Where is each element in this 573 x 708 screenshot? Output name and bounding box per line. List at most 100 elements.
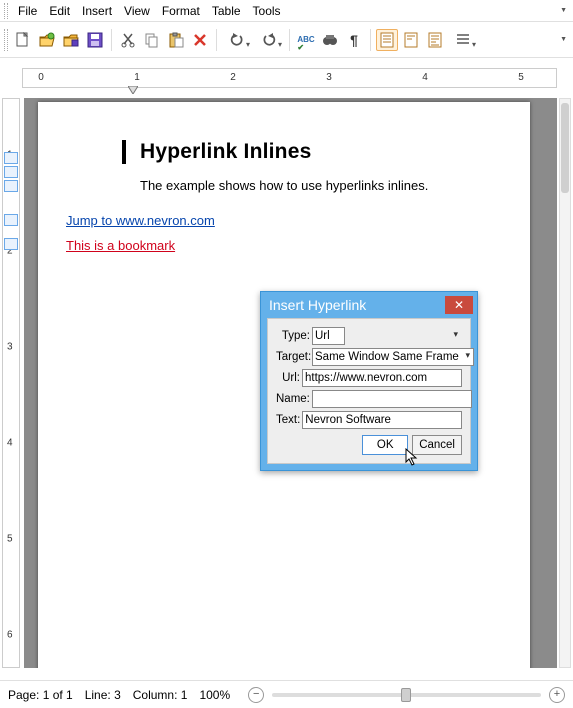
spellcheck-button[interactable]: ABC✔	[295, 29, 317, 51]
ruler-marker[interactable]	[4, 214, 18, 226]
url-input[interactable]	[302, 369, 462, 387]
paragraph-marks-button[interactable]: ¶	[343, 29, 365, 51]
page-subtitle: The example shows how to use hyperlinks …	[140, 178, 490, 193]
ruler-marker[interactable]	[4, 152, 18, 164]
ruler-label: 4	[422, 72, 428, 83]
target-select[interactable]: Same Window Same Frame	[312, 348, 474, 366]
dialog-close-button[interactable]: ✕	[445, 296, 473, 314]
copy-button[interactable]	[141, 29, 163, 51]
zoom-controls: − +	[248, 687, 565, 703]
menubar-handle[interactable]	[4, 3, 8, 19]
menu-format[interactable]: Format	[156, 2, 206, 20]
line-spacing-button[interactable]	[448, 29, 478, 51]
dialog-body: Type: Url Target: Same Window Same Frame…	[267, 318, 471, 464]
close-icon: ✕	[454, 298, 464, 312]
menu-file[interactable]: File	[12, 2, 43, 20]
cancel-button[interactable]: Cancel	[412, 435, 462, 455]
zoom-slider[interactable]	[272, 693, 541, 697]
status-zoom: 100%	[199, 688, 230, 702]
binoculars-icon	[322, 32, 338, 48]
ok-button[interactable]: OK	[362, 435, 408, 455]
undo-button[interactable]	[222, 29, 252, 51]
toolbar-overflow-icon[interactable]: ▼	[560, 36, 567, 43]
menu-tools[interactable]: Tools	[247, 2, 287, 20]
toolbar-separator	[370, 29, 371, 51]
text-input[interactable]	[302, 411, 462, 429]
ruler-label: 5	[7, 534, 13, 545]
hyperlink-url[interactable]: Jump to www.nevron.com	[66, 213, 490, 228]
find-button[interactable]	[319, 29, 341, 51]
open-folder-icon	[39, 32, 55, 48]
ruler-label: 2	[230, 72, 236, 83]
zoom-slider-thumb[interactable]	[401, 688, 411, 702]
view-print-button[interactable]	[424, 29, 446, 51]
menu-view[interactable]: View	[118, 2, 156, 20]
insert-hyperlink-dialog: Insert Hyperlink ✕ Type: Url Target: Sam…	[260, 291, 478, 471]
redo-icon	[261, 32, 277, 48]
copy-icon	[144, 32, 160, 48]
ruler-label: 6	[7, 630, 13, 641]
zoom-in-button[interactable]: +	[549, 687, 565, 703]
cut-icon	[120, 32, 136, 48]
hyperlink-bookmark[interactable]: This is a bookmark	[66, 238, 490, 253]
ruler-label: 4	[7, 438, 13, 449]
status-bar: Page: 1 of 1 Line: 3 Column: 1 100% − +	[0, 680, 573, 708]
paste-button[interactable]	[165, 29, 187, 51]
plus-icon: +	[554, 689, 560, 700]
page-web-icon	[404, 32, 418, 48]
menu-edit[interactable]: Edit	[43, 2, 76, 20]
menu-table[interactable]: Table	[206, 2, 247, 20]
cut-button[interactable]	[117, 29, 139, 51]
menu-insert[interactable]: Insert	[76, 2, 118, 20]
toolbar-separator	[289, 29, 290, 51]
status-line: Line: 3	[85, 688, 121, 702]
spellcheck-icon: ABC✔	[297, 35, 314, 44]
ruler-marker[interactable]	[4, 166, 18, 178]
text-label: Text:	[276, 414, 302, 426]
ruler-markers	[2, 150, 20, 252]
status-column: Column: 1	[133, 688, 188, 702]
dialog-titlebar[interactable]: Insert Hyperlink ✕	[261, 292, 477, 318]
redo-button[interactable]	[254, 29, 284, 51]
ruler-label: 0	[38, 72, 44, 83]
save-folder-icon	[63, 32, 79, 48]
menu-bar: File Edit Insert View Format Table Tools…	[0, 0, 573, 22]
scrollbar-thumb[interactable]	[561, 103, 569, 193]
view-web-button[interactable]	[400, 29, 422, 51]
pilcrow-icon: ¶	[350, 32, 358, 48]
status-page: Page: 1 of 1	[8, 688, 73, 702]
save-button[interactable]	[84, 29, 106, 51]
delete-button[interactable]	[189, 29, 211, 51]
horizontal-ruler[interactable]: 0 1 2 3 4 5	[22, 68, 557, 88]
dialog-title: Insert Hyperlink	[269, 297, 366, 313]
vertical-scrollbar[interactable]	[559, 98, 571, 668]
indent-marker-icon[interactable]	[128, 86, 138, 94]
toolbar-handle[interactable]	[4, 29, 8, 51]
ruler-marker[interactable]	[4, 180, 18, 192]
delete-icon	[192, 32, 208, 48]
zoom-out-button[interactable]: −	[248, 687, 264, 703]
type-label: Type:	[276, 330, 312, 342]
view-normal-button[interactable]	[376, 29, 398, 51]
new-file-icon	[15, 32, 31, 48]
page-print-icon	[428, 32, 442, 48]
undo-icon	[229, 32, 245, 48]
ruler-label: 3	[7, 342, 13, 353]
save-as-button[interactable]	[60, 29, 82, 51]
menubar-overflow-icon[interactable]: ▼	[560, 7, 567, 14]
name-input[interactable]	[312, 390, 472, 408]
target-label: Target:	[276, 351, 312, 363]
workspace: 0 1 2 3 4 5 1 2 3 4 5 6 Hyperlink Inline…	[0, 58, 573, 680]
type-select[interactable]: Url	[312, 327, 345, 345]
document-content: Hyperlink Inlines The example shows how …	[122, 140, 490, 253]
paste-icon	[168, 32, 184, 48]
ruler-label: 3	[326, 72, 332, 83]
main-toolbar: ABC✔ ¶ ▼	[0, 22, 573, 58]
new-button[interactable]	[12, 29, 34, 51]
ruler-marker[interactable]	[4, 238, 18, 250]
toolbar-separator	[216, 29, 217, 51]
save-icon	[87, 32, 103, 48]
open-button[interactable]	[36, 29, 58, 51]
page-icon	[380, 32, 394, 48]
url-label: Url:	[276, 372, 302, 384]
